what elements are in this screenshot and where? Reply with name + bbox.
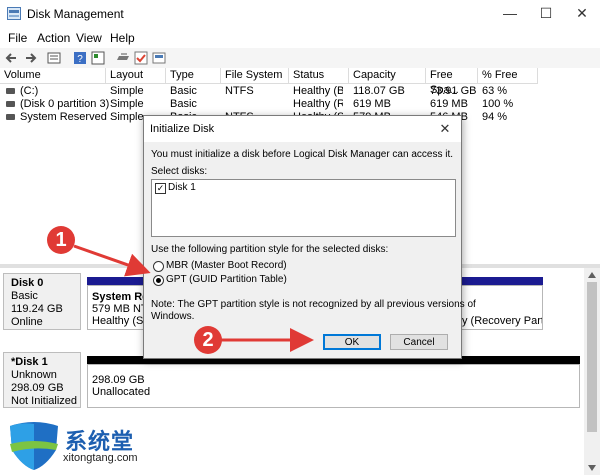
shield-logo-icon	[10, 422, 58, 470]
callout-2: 2	[194, 326, 222, 354]
annotation-arrows	[73, 244, 314, 352]
callout-1: 1	[47, 226, 75, 254]
arrow-1	[73, 244, 151, 277]
watermark-text-en: xitongtang.com	[63, 452, 138, 464]
